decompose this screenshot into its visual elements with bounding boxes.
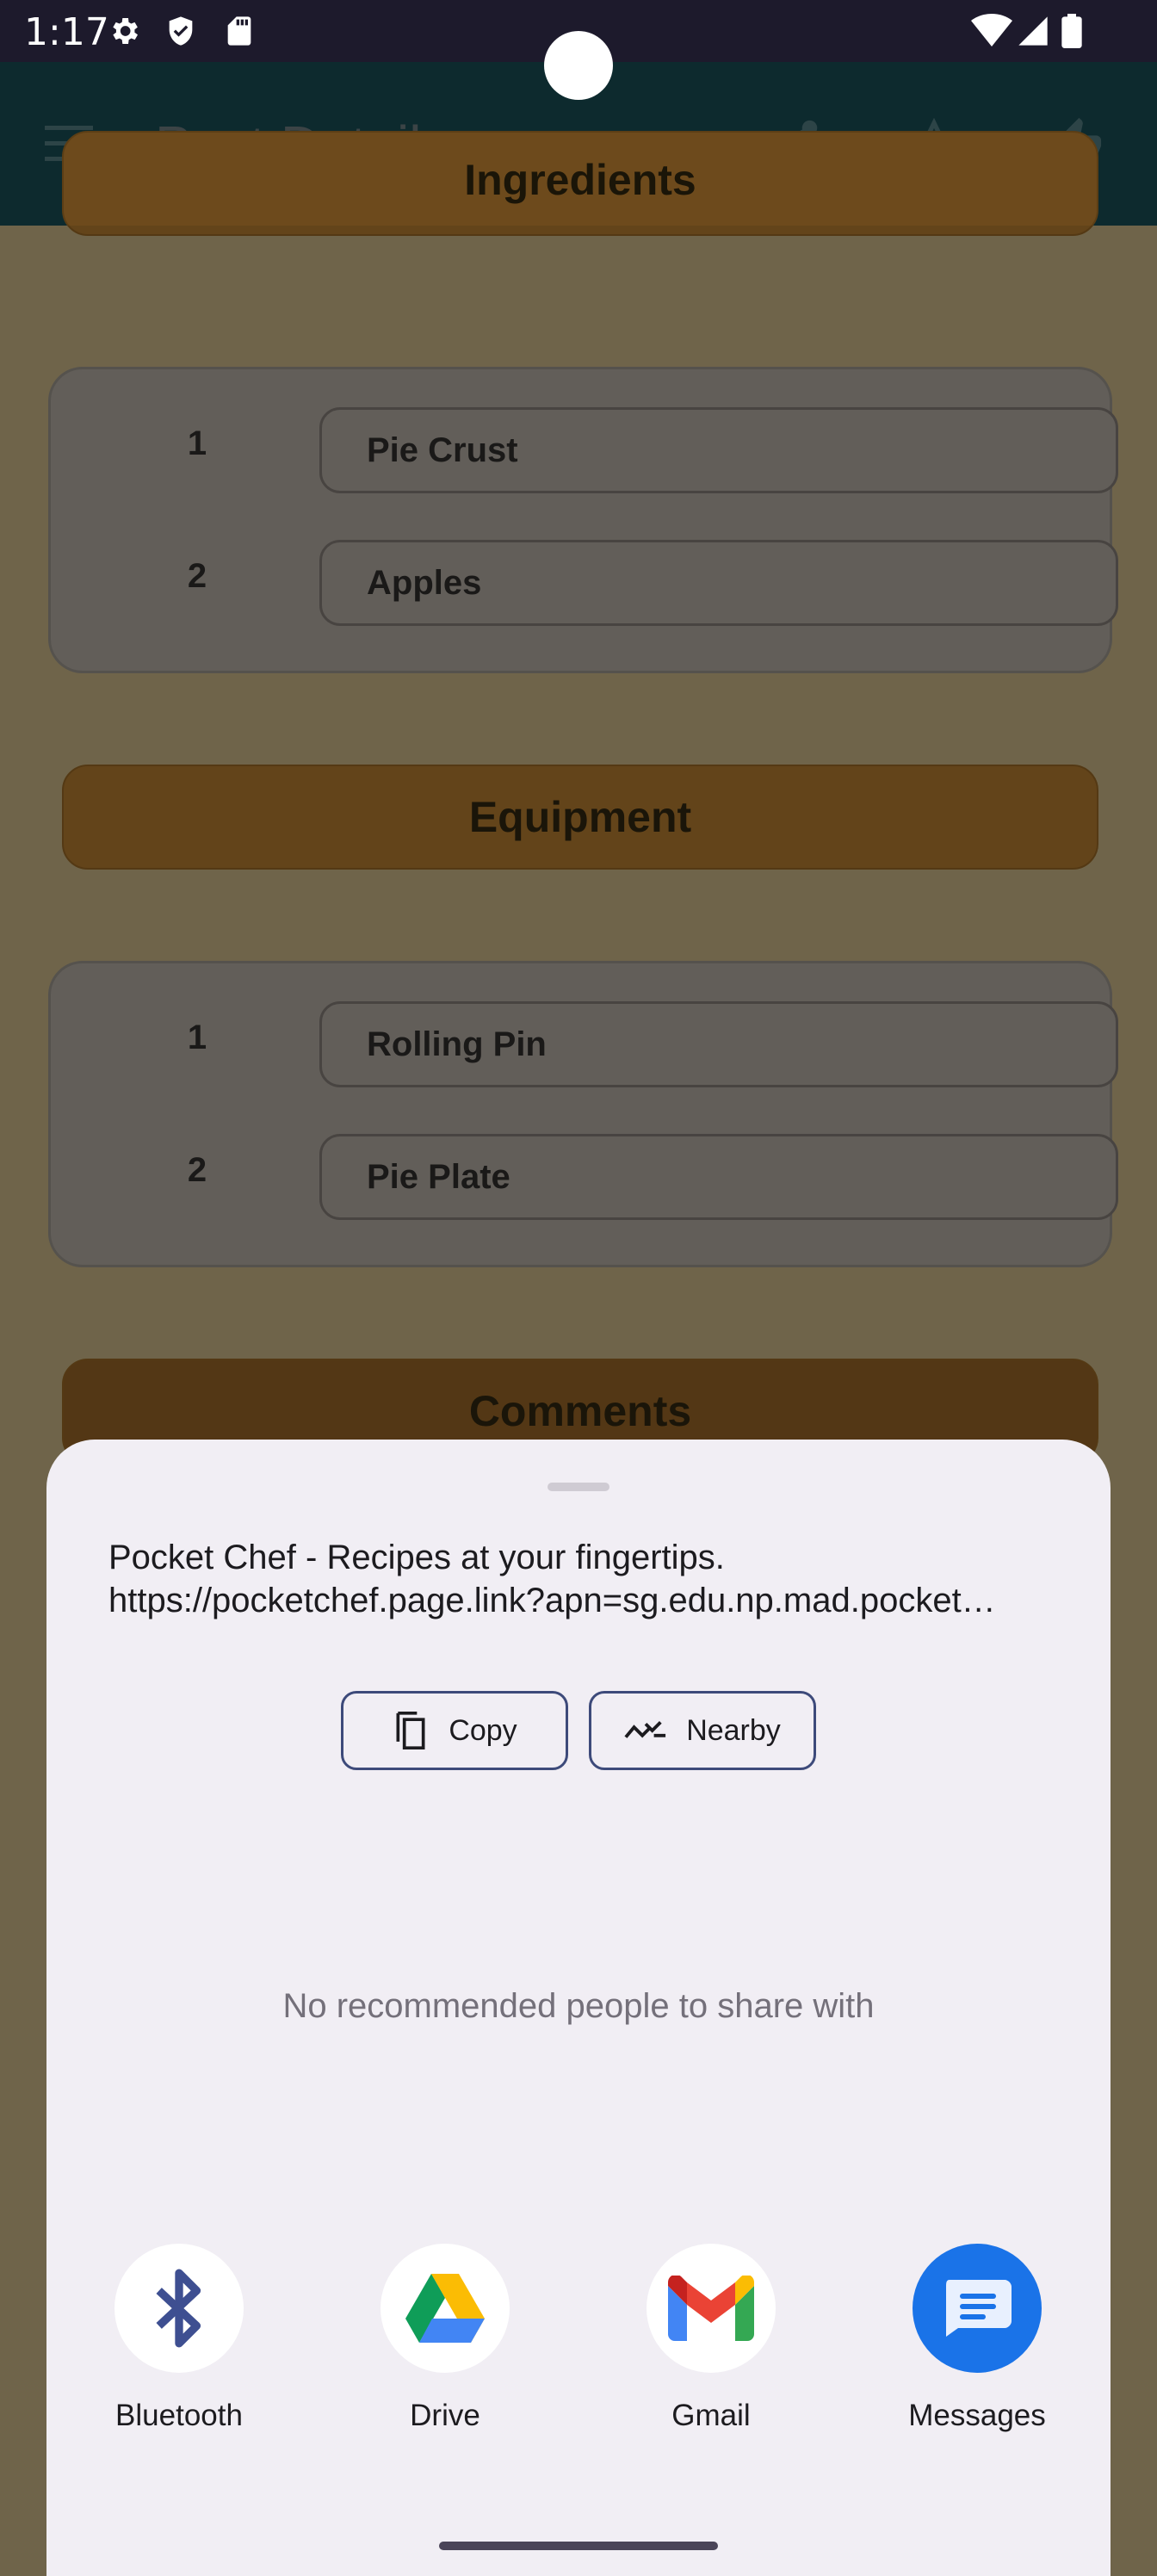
app-icon-circle <box>114 2244 244 2373</box>
drag-handle[interactable] <box>548 1483 609 1491</box>
no-recommended-people: No recommended people to share with <box>282 1987 875 2025</box>
share-app-bluetooth[interactable]: Bluetooth <box>93 2244 265 2433</box>
app-label: Gmail <box>671 2399 751 2432</box>
status-time: 1:17 <box>24 10 109 54</box>
bluetooth-icon <box>156 2269 201 2348</box>
share-sheet: Pocket Chef - Recipes at your fingertips… <box>46 1440 1111 2576</box>
shield-icon <box>169 16 193 46</box>
share-app-drive[interactable]: Drive <box>359 2244 531 2433</box>
gmail-icon <box>668 2276 754 2341</box>
copy-icon <box>396 1712 425 1749</box>
gear-icon <box>113 18 138 44</box>
app-label: Drive <box>410 2399 480 2432</box>
app-label: Bluetooth <box>115 2399 243 2432</box>
share-preview-text: Pocket Chef - Recipes at your fingertips… <box>108 1536 1055 1622</box>
sd-card-icon <box>227 16 251 46</box>
screen: 1:17 Post Details Ingredients 1 Pie Crus… <box>0 0 1157 2576</box>
gesture-nav-bar[interactable] <box>439 2542 718 2550</box>
nearby-button[interactable]: Nearby <box>589 1691 816 1770</box>
wifi-icon <box>971 14 1012 46</box>
share-app-gmail[interactable]: Gmail <box>625 2244 797 2433</box>
share-link: https://pocketchef.page.link?apn=sg.edu.… <box>108 1582 996 1619</box>
copy-label: Copy <box>449 1713 517 1747</box>
battery-icon <box>1061 14 1082 48</box>
share-app-messages[interactable]: Messages <box>891 2244 1063 2433</box>
app-icon-circle <box>381 2244 510 2373</box>
ingredients-header: Ingredients <box>62 131 1098 236</box>
messages-icon <box>946 2280 1012 2337</box>
share-title: Pocket Chef - Recipes at your fingertips… <box>108 1539 725 1576</box>
signal-icon <box>1018 16 1048 46</box>
front-camera <box>544 31 613 100</box>
app-icon-circle <box>647 2244 776 2373</box>
nearby-share-icon <box>624 1721 666 1738</box>
copy-button[interactable]: Copy <box>341 1691 568 1770</box>
app-label: Messages <box>908 2399 1046 2432</box>
app-icon-circle <box>913 2244 1042 2373</box>
google-drive-icon <box>405 2274 485 2343</box>
nearby-label: Nearby <box>686 1713 781 1747</box>
